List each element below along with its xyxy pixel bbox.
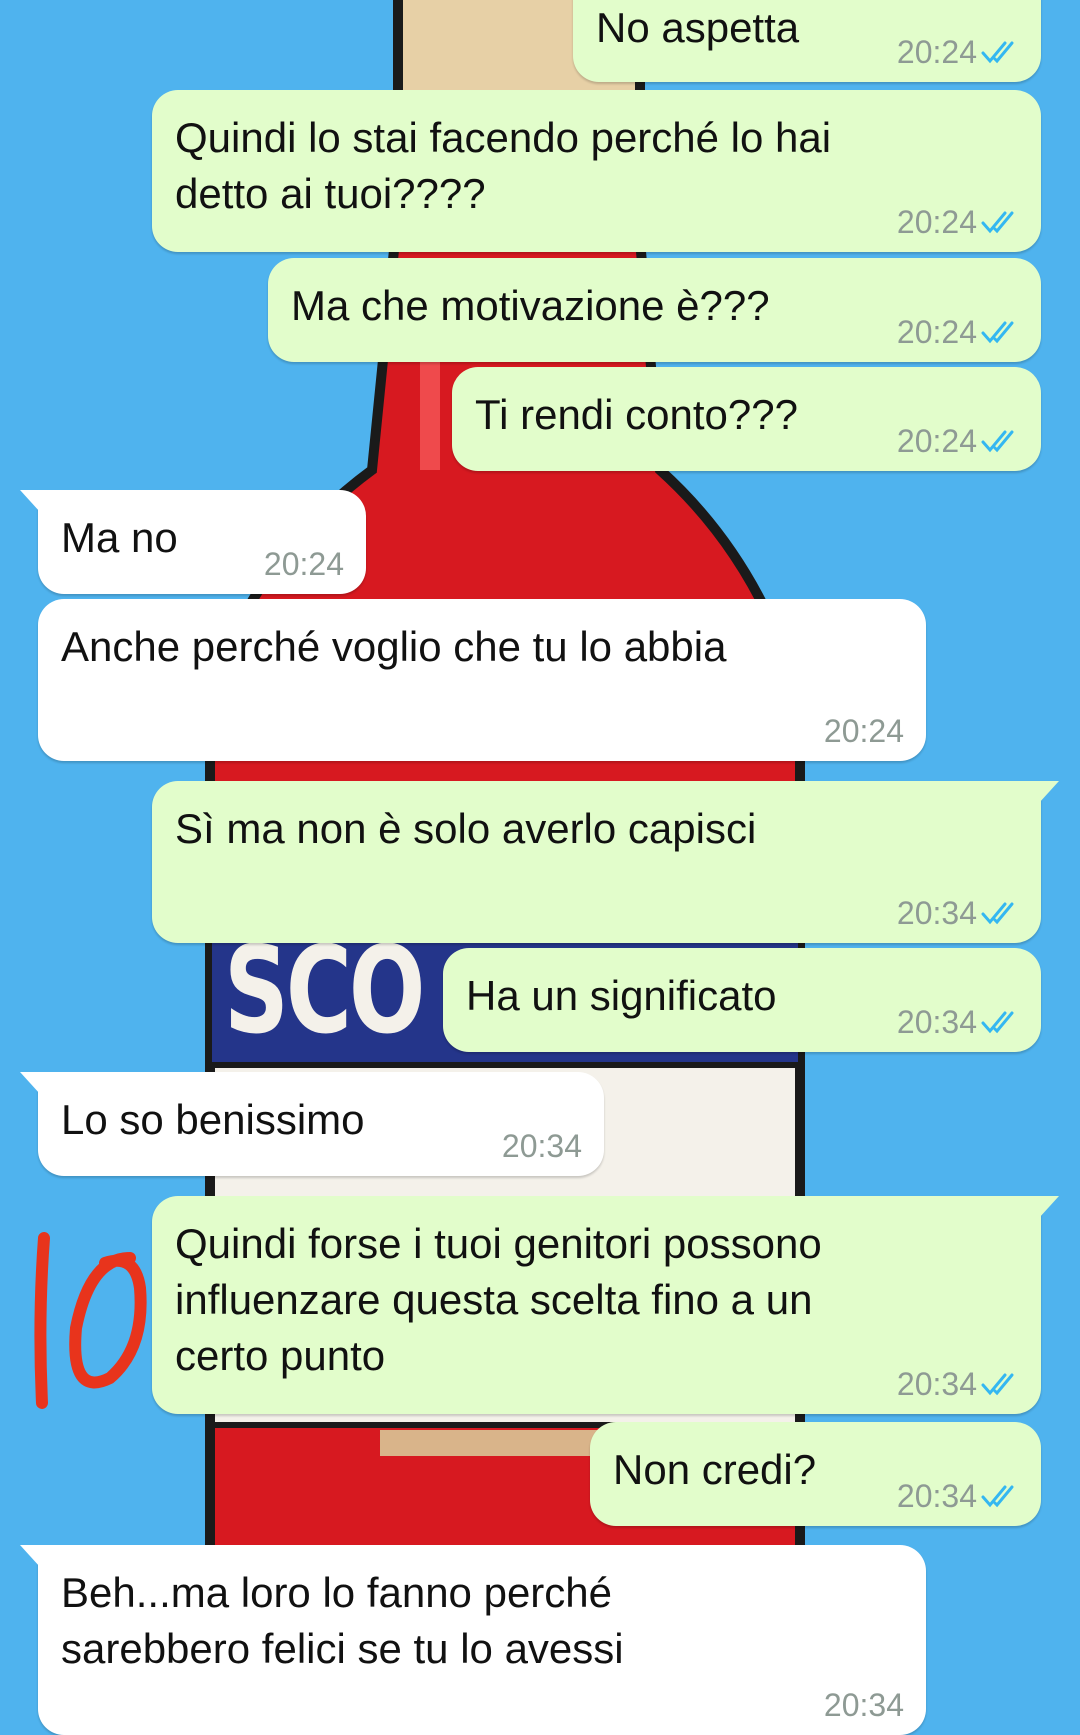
message-text: Anche perché voglio che tu lo abbia: [61, 623, 727, 670]
message-timestamp: 20:34: [823, 1687, 904, 1723]
message-timestamp: 20:24: [823, 713, 904, 749]
bubble-tail: [20, 1545, 40, 1567]
message-timestamp: 20:34: [896, 1004, 977, 1040]
message-meta: 20:24: [897, 34, 1019, 70]
message-timestamp: 20:24: [896, 423, 977, 459]
message-text: Beh...ma loro lo fanno perché sarebbero …: [61, 1569, 624, 1672]
bubble-tail: [20, 1072, 40, 1094]
incoming-message-bubble[interactable]: Ma no 20:24: [20, 490, 366, 594]
message-text: Quindi forse i tuoi genitori possono inf…: [175, 1220, 822, 1379]
double-check-read-icon: [981, 428, 1019, 454]
message-timestamp: 20:24: [896, 34, 977, 70]
message-text: Lo so benissimo: [61, 1096, 365, 1143]
double-check-read-icon: [981, 900, 1019, 926]
outgoing-message-bubble[interactable]: Ti rendi conto??? 20:24: [452, 367, 1041, 471]
bubble-tail: [1039, 1196, 1059, 1218]
message-text: Ma che motivazione è???: [291, 282, 770, 329]
double-check-read-icon: [981, 1009, 1019, 1035]
message-meta: 20:24: [264, 546, 344, 582]
outgoing-message-bubble[interactable]: Quindi forse i tuoi genitori possono inf…: [152, 1196, 1059, 1414]
message-meta: 20:34: [824, 1687, 904, 1723]
message-timestamp: 20:24: [896, 314, 977, 350]
message-timestamp: 20:34: [896, 1478, 977, 1514]
message-text: Ti rendi conto???: [475, 391, 798, 438]
double-check-read-icon: [981, 1483, 1019, 1509]
message-timestamp: 20:34: [501, 1128, 582, 1164]
incoming-message-bubble[interactable]: Anche perché voglio che tu lo abbia 20:24: [38, 599, 926, 761]
message-text: Quindi lo stai facendo perché lo hai det…: [175, 114, 832, 217]
double-check-read-icon: [981, 209, 1019, 235]
message-timestamp: 20:24: [263, 546, 344, 582]
outgoing-message-bubble[interactable]: Non credi? 20:34: [590, 1422, 1041, 1526]
message-meta: 20:34: [502, 1128, 582, 1164]
double-check-read-icon: [981, 1371, 1019, 1397]
message-meta: 20:34: [897, 1004, 1019, 1040]
message-meta: 20:24: [897, 423, 1019, 459]
message-text: Sì ma non è solo averlo capisci: [175, 805, 757, 852]
outgoing-message-bubble[interactable]: Ha un significato 20:34: [443, 948, 1041, 1052]
message-text: Ha un significato: [466, 972, 777, 1019]
incoming-message-bubble[interactable]: Lo so benissimo 20:34: [20, 1072, 604, 1176]
message-meta: 20:34: [897, 895, 1019, 931]
message-text: Non credi?: [613, 1446, 817, 1493]
message-timestamp: 20:34: [896, 1366, 977, 1402]
bubble-tail: [20, 490, 40, 512]
outgoing-message-bubble[interactable]: Ma che motivazione è??? 20:24: [268, 258, 1041, 362]
double-check-read-icon: [981, 39, 1019, 65]
message-meta: 20:24: [824, 713, 904, 749]
message-meta: 20:34: [897, 1478, 1019, 1514]
outgoing-message-bubble[interactable]: Quindi lo stai facendo perché lo hai det…: [152, 90, 1041, 252]
outgoing-message-bubble[interactable]: Sì ma non è solo averlo capisci 20:34: [152, 781, 1059, 943]
outgoing-message-bubble[interactable]: No aspetta 20:24: [573, 0, 1041, 82]
incoming-message-bubble[interactable]: Beh...ma loro lo fanno perché sarebbero …: [20, 1545, 926, 1735]
double-check-read-icon: [981, 319, 1019, 345]
message-text: No aspetta: [596, 4, 800, 51]
message-meta: 20:24: [897, 314, 1019, 350]
bubble-tail: [1039, 781, 1059, 803]
message-meta: 20:34: [897, 1366, 1019, 1402]
message-timestamp: 20:34: [896, 895, 977, 931]
message-text: Ma no: [61, 514, 178, 561]
red-handwritten-annotation: [34, 1232, 147, 1409]
message-timestamp: 20:24: [896, 204, 977, 240]
chat-message-list[interactable]: No aspetta 20:24 Quindi lo stai facendo pe…: [0, 0, 1080, 1735]
message-meta: 20:24: [897, 204, 1019, 240]
